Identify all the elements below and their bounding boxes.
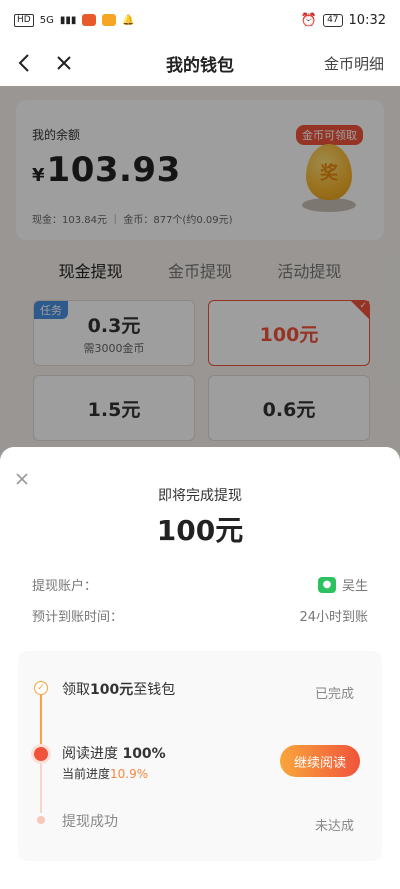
eta-label: 预计到账时间： <box>32 610 124 625</box>
close-icon <box>57 56 71 70</box>
step-success: 提现成功 未达成 <box>34 809 366 839</box>
app-notification-icon <box>82 14 97 26</box>
eta-value: 24小时到账 <box>299 610 368 625</box>
step-reading-text: 阅读进度 100% <box>62 746 166 762</box>
step-reading: 阅读进度 100% 当前进度10.9% 继续阅读 <box>34 743 366 789</box>
back-button[interactable] <box>4 40 44 86</box>
step-reading-sub: 当前进度10.9% <box>62 767 149 781</box>
account-name: 吴生 <box>341 579 368 594</box>
account-label: 提现账户： <box>32 579 98 594</box>
status-left: HD 5G ▮▮▮ 🔔 <box>14 13 135 27</box>
bell-icon: 🔔 <box>122 14 135 26</box>
app-notification-icon <box>102 14 117 26</box>
step-claim-text: 领取100元至钱包 <box>62 682 176 698</box>
account-row: 提现账户： ● 吴生 <box>32 575 368 594</box>
pending-step-dot <box>37 816 45 824</box>
step-claim-status: 已完成 <box>314 687 354 702</box>
nav-bar: 我的钱包 金币明细 <box>0 40 400 86</box>
sheet-title: 即将完成提现 <box>158 488 242 504</box>
continue-reading-button[interactable]: 继续阅读 <box>280 745 360 777</box>
signal-icon: ▮▮▮ <box>59 14 77 26</box>
status-bar: HD 5G ▮▮▮ 🔔 ⏰ 47 10:32 <box>0 0 400 40</box>
close-icon <box>16 473 28 485</box>
step-success-status: 未达成 <box>314 819 354 834</box>
coin-detail-link[interactable]: 金币明细 <box>324 53 384 74</box>
check-circle-icon: ✓ <box>34 681 48 695</box>
account-value: ● 吴生 <box>317 575 368 594</box>
signal-label: 5G <box>39 14 54 26</box>
network-type: HD <box>14 13 34 27</box>
status-right: ⏰ 47 10:32 <box>301 13 386 28</box>
alarm-icon: ⏰ <box>300 12 318 28</box>
wechat-icon: ● <box>317 576 336 593</box>
current-step-dot <box>34 747 48 761</box>
step-claim: ✓ 领取100元至钱包 已完成 <box>34 677 366 707</box>
withdraw-sheet: 即将完成提现 100元 提现账户： ● 吴生 预计到账时间： 24小时到账 ✓ … <box>0 447 400 889</box>
battery-level: 47 <box>323 13 343 27</box>
sheet-amount: 100元 <box>156 514 244 547</box>
close-button[interactable] <box>44 40 84 86</box>
chevron-left-icon <box>18 54 29 72</box>
clock-time: 10:32 <box>348 12 386 28</box>
eta-row: 预计到账时间： 24小时到账 <box>32 606 368 625</box>
step-success-text: 提现成功 <box>62 814 118 830</box>
progress-card: ✓ 领取100元至钱包 已完成 阅读进度 100% 当前进度10.9% 继续阅读… <box>18 651 382 861</box>
